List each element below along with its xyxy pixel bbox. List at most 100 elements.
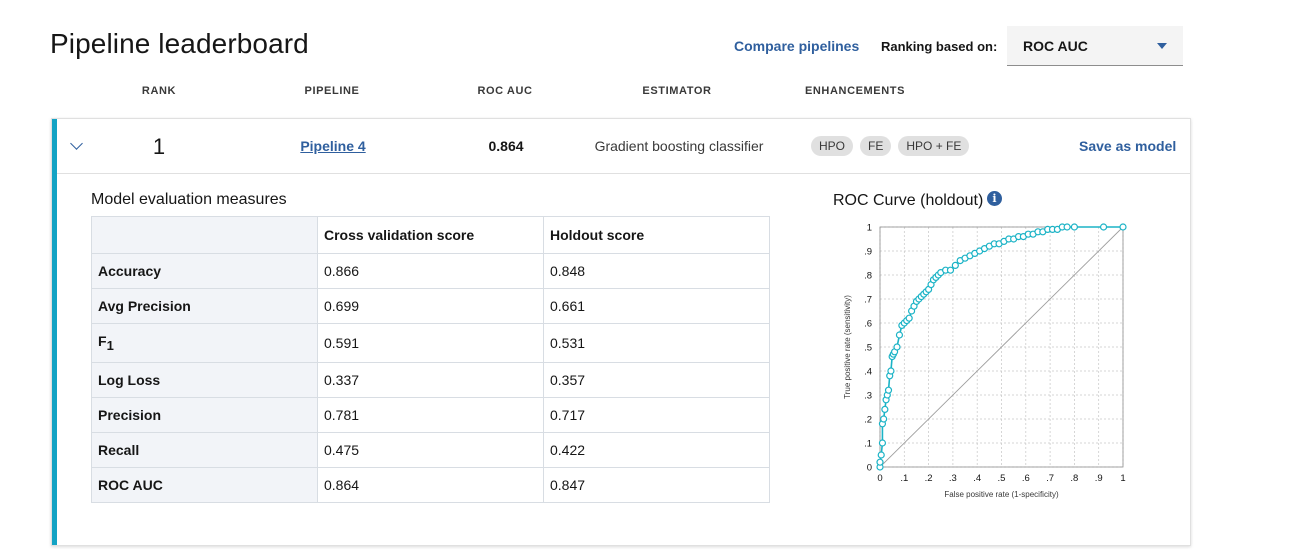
table-header-cv: Cross validation score (317, 216, 544, 254)
table-row: Recall 0.475 0.422 (91, 432, 770, 468)
holdout-score: 0.422 (543, 432, 770, 468)
metric-name-subscript: 1 (106, 338, 114, 353)
evaluation-title: Model evaluation measures (91, 191, 287, 208)
metric-name: Recall (91, 432, 318, 468)
roc-point (880, 415, 888, 423)
x-tick-label: .5 (998, 473, 1006, 484)
column-header-estimator[interactable]: ESTIMATOR (642, 85, 711, 97)
holdout-score: 0.847 (543, 467, 770, 503)
table-header-row: Cross validation score Holdout score (91, 216, 770, 254)
roc-point (887, 367, 895, 375)
metric-name: Precision (91, 397, 318, 433)
chevron-down-icon[interactable] (70, 137, 83, 150)
holdout-score: 0.357 (543, 362, 770, 398)
rank-number: 1 (152, 134, 166, 159)
roc-point (881, 405, 889, 413)
y-tick-label: .7 (864, 295, 872, 306)
page-title: Pipeline leaderboard (50, 28, 309, 59)
y-tick-label: .3 (864, 391, 872, 402)
metric-name: Accuracy (91, 253, 318, 289)
roc-auc-value: 0.864 (488, 138, 524, 154)
column-header-roc-auc[interactable]: ROC AUC (477, 85, 532, 97)
roc-point (905, 314, 913, 322)
cv-score: 0.475 (317, 432, 544, 468)
y-axis-label: True positive rate (sensitivity) (843, 295, 852, 399)
table-row: F1 0.591 0.531 (91, 323, 770, 363)
caret-down-icon (1157, 43, 1167, 49)
y-tick-label: 1 (867, 223, 872, 234)
holdout-score: 0.717 (543, 397, 770, 433)
cv-score: 0.781 (317, 397, 544, 433)
roc-chart: 00 .1 .1 .2 .2 .3 .3 .4 .4 .5 .5 .6 .6 .7 .7 .8 .8 .9 .9 1 1… (843, 223, 1127, 499)
x-tick-label: .2 (925, 473, 933, 484)
metric-name: ROC AUC (91, 467, 318, 503)
x-tick-label: .4 (973, 473, 981, 484)
column-header-pipeline[interactable]: PIPELINE (305, 85, 360, 97)
cv-score: 0.864 (317, 467, 544, 503)
x-tick-label: .9 (1095, 473, 1103, 484)
pipeline-link[interactable]: Pipeline 4 (300, 138, 365, 154)
roc-chart-title: ROC Curve (holdout) (833, 192, 984, 209)
cv-score: 0.866 (317, 253, 544, 289)
roc-point (946, 266, 955, 274)
y-tick-label: .9 (864, 247, 872, 258)
info-icon[interactable]: i (987, 191, 1002, 206)
table-row: Accuracy 0.866 0.848 (91, 253, 770, 289)
table-row: ROC AUC 0.864 0.847 (91, 467, 770, 503)
y-tick-label: .1 (864, 439, 872, 450)
roc-point (895, 331, 904, 339)
estimator-name: Gradient boosting classifier (594, 138, 764, 154)
row-accent-bar (52, 119, 57, 545)
metric-name: F1 (91, 323, 318, 363)
cv-score: 0.337 (317, 362, 544, 398)
y-tick-label: 0 (867, 463, 872, 474)
x-tick-label: .3 (949, 473, 957, 484)
roc-point (893, 343, 901, 351)
x-tick-label: 0 (877, 473, 882, 484)
compare-pipelines-link[interactable]: Compare pipelines (734, 38, 859, 54)
ranking-label: Ranking based on: (881, 39, 998, 54)
y-tick-label: .2 (864, 415, 872, 426)
x-axis-label: False positive rate (1-specificity) (944, 490, 1059, 499)
roc-point (877, 451, 885, 459)
x-tick-label: .6 (1022, 473, 1030, 484)
x-tick-label: .7 (1046, 473, 1054, 484)
holdout-score: 0.848 (543, 253, 770, 289)
table-row: Log Loss 0.337 0.357 (91, 362, 770, 398)
ranking-dropdown[interactable]: ROC AUC (1007, 26, 1183, 66)
table-header-holdout: Holdout score (543, 216, 770, 254)
evaluation-table: Cross validation score Holdout score Acc… (91, 216, 770, 503)
tag-fe: FE (860, 136, 892, 156)
cv-score: 0.699 (317, 288, 544, 324)
roc-point (1063, 223, 1071, 231)
y-tick-label: .6 (864, 319, 872, 330)
roc-point (1099, 223, 1108, 231)
tag-hpo-fe: HPO + FE (898, 136, 970, 156)
roc-point (1119, 223, 1127, 231)
x-tick-label: 1 (1120, 473, 1125, 484)
cv-score: 0.591 (317, 323, 544, 363)
x-tick-label: .8 (1070, 473, 1078, 484)
column-header-rank[interactable]: RANK (142, 85, 176, 97)
metric-name: Avg Precision (91, 288, 318, 324)
ranking-dropdown-value: ROC AUC (1023, 38, 1088, 54)
pipeline-row-card: 1 Pipeline 4 0.864 Gradient boosting cla… (51, 118, 1191, 546)
holdout-score: 0.661 (543, 288, 770, 324)
column-header-enhancements[interactable]: ENHANCEMENTS (805, 85, 905, 97)
table-header-empty (91, 216, 318, 254)
roc-point (951, 261, 959, 270)
metric-name-base: F (98, 333, 107, 349)
table-row: Avg Precision 0.699 0.661 (91, 288, 770, 324)
x-tick-label: .1 (900, 473, 908, 484)
row-divider (57, 173, 1190, 174)
roc-point (878, 439, 887, 447)
roc-point (1070, 223, 1078, 231)
table-row: Precision 0.781 0.717 (91, 397, 770, 433)
metric-name: Log Loss (91, 362, 318, 398)
y-tick-label: .4 (864, 367, 872, 378)
roc-point (876, 458, 884, 466)
y-tick-label: .8 (864, 271, 872, 282)
tag-hpo: HPO (811, 136, 854, 156)
roc-point (884, 386, 893, 394)
save-as-model-button[interactable]: Save as model (1079, 138, 1176, 154)
